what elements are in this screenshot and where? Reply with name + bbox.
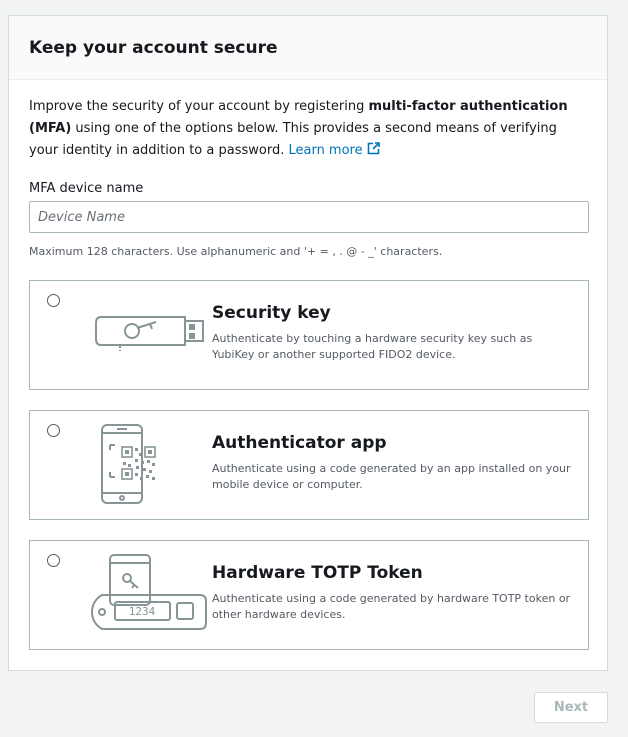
hardware-totp-radio[interactable] (47, 554, 60, 567)
phone-qr-code-icon (90, 423, 210, 509)
intro-text: Improve the security of your account by … (29, 96, 587, 163)
panel-body: Improve the security of your account by … (9, 80, 607, 650)
authenticator-app-description: Authenticate using a code generated by a… (212, 462, 571, 491)
authenticator-app-text: Authenticator app Authenticate using a c… (212, 433, 577, 493)
learn-more-link[interactable]: Learn more (288, 142, 380, 158)
authenticator-app-radio[interactable] (47, 424, 60, 437)
external-link-icon (367, 141, 380, 163)
totp-token-icon: 1234 (90, 553, 210, 639)
intro-prefix: Improve the security of your account by … (29, 99, 369, 114)
mfa-panel: Keep your account secure Improve the sec… (8, 15, 608, 671)
learn-more-label: Learn more (288, 143, 363, 158)
option-authenticator-app[interactable]: Authenticator app Authenticate using a c… (29, 410, 589, 520)
option-hardware-totp[interactable]: 1234 Hardware TOTP Token Authenticate us… (29, 540, 589, 650)
device-name-input[interactable] (29, 201, 589, 233)
authenticator-app-title: Authenticator app (212, 433, 387, 453)
security-key-title: Security key (212, 303, 331, 323)
device-name-label: MFA device name (29, 181, 144, 196)
security-key-description: Authenticate by touching a hardware secu… (212, 332, 533, 361)
token-display-text: 1234 (129, 605, 156, 618)
panel-title: Keep your account secure (29, 37, 278, 58)
hardware-totp-title: Hardware TOTP Token (212, 563, 423, 583)
hardware-totp-text: Hardware TOTP Token Authenticate using a… (212, 563, 577, 623)
security-key-text: Security key Authenticate by touching a … (212, 303, 577, 363)
usb-security-key-icon (90, 293, 210, 379)
option-security-key[interactable]: Security key Authenticate by touching a … (29, 280, 589, 390)
hardware-totp-description: Authenticate using a code generated by h… (212, 592, 571, 621)
security-key-radio[interactable] (47, 294, 60, 307)
device-name-constraint: Maximum 128 characters. Use alphanumeric… (29, 245, 443, 258)
next-button[interactable]: Next (534, 692, 608, 723)
panel-header: Keep your account secure (9, 16, 607, 80)
